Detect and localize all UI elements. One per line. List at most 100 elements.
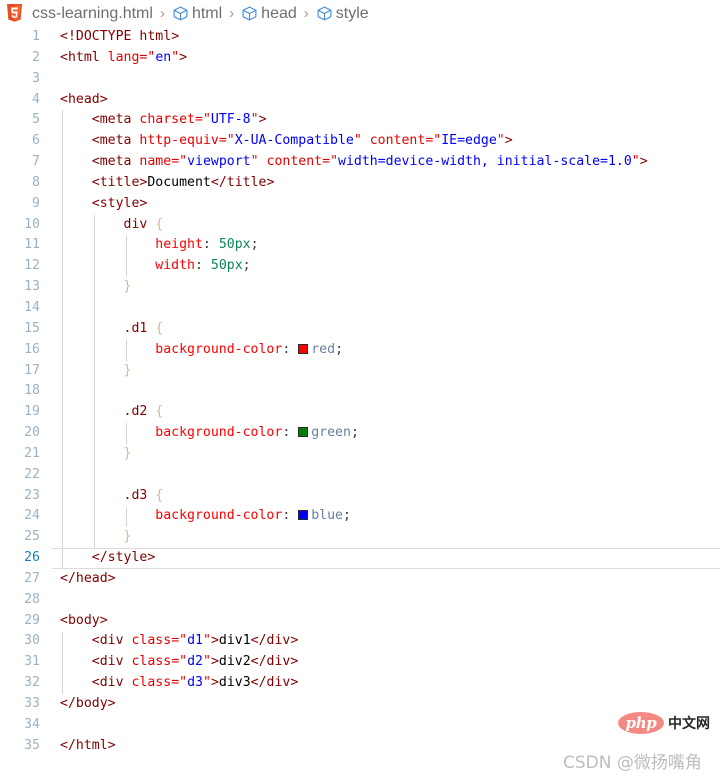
code-line-27[interactable]: 27 </head> [0, 569, 720, 590]
line-number: 28 [24, 591, 40, 607]
line-number: 31 [24, 654, 40, 670]
code-line-10[interactable]: 10 div { [0, 215, 720, 236]
code-line-9[interactable]: 9 <style> [0, 194, 720, 215]
code-line-20[interactable]: 20 background-color: green; [0, 423, 720, 444]
line-number: 15 [24, 320, 40, 336]
line-number: 7 [32, 154, 40, 170]
breadcrumb-html-label: html [191, 4, 223, 22]
breadcrumb: css-learning.html › html › head › style [0, 0, 720, 27]
code-line-14[interactable]: 14 [0, 298, 720, 319]
code-line-30[interactable]: 30 <div class="d1">div1</div> [0, 631, 720, 652]
code-line-3[interactable]: 3 [0, 69, 720, 90]
line-number: 22 [24, 466, 40, 482]
code-text: <title>Document</title> [91, 174, 275, 190]
code-text: } [123, 445, 132, 461]
code-line-28[interactable]: 28 [0, 590, 720, 611]
code-line-23[interactable]: 23 .d3 { [0, 486, 720, 507]
cube-icon [172, 5, 189, 22]
line-number: 11 [24, 237, 40, 253]
line-number: 2 [32, 49, 40, 65]
line-number: 34 [24, 716, 40, 732]
code-text: } [123, 362, 132, 378]
code-line-8[interactable]: 8 <title>Document</title> [0, 173, 720, 194]
code-text: } [123, 529, 132, 545]
line-number: 20 [24, 425, 40, 441]
code-line-22[interactable]: 22 [0, 465, 720, 486]
code-line-13[interactable]: 13 } [0, 277, 720, 298]
line-number: 10 [24, 216, 40, 232]
code-text: <div class="d2">div2</div> [91, 654, 299, 670]
php-logo-cn-text: 中文网 [668, 716, 710, 732]
breadcrumb-separator: › [229, 5, 235, 22]
code-text: <head> [60, 91, 108, 107]
code-text: <body> [60, 612, 108, 628]
line-number: 25 [24, 529, 40, 545]
csdn-watermark: CSDN @微扬嘴角 [563, 753, 702, 773]
code-line-6[interactable]: 6 <meta http-equiv="X-UA-Compatible" con… [0, 131, 720, 152]
code-line-21[interactable]: 21 } [0, 444, 720, 465]
code-line-7[interactable]: 7 <meta name="viewport" content="width=d… [0, 152, 720, 173]
code-line-26[interactable]: 26 </style> [0, 548, 720, 569]
code-text: <meta http-equiv="X-UA-Compatible" conte… [91, 133, 513, 149]
line-number: 29 [24, 612, 40, 628]
code-text: </html> [60, 737, 116, 753]
code-line-29[interactable]: 29 <body> [0, 611, 720, 632]
line-number: 3 [32, 70, 40, 86]
breadcrumb-separator: › [159, 5, 165, 22]
line-number: 32 [24, 675, 40, 691]
code-line-2[interactable]: 2 <html lang="en"> [0, 48, 720, 69]
code-text: .d1 { [123, 320, 164, 336]
breadcrumb-item-file[interactable]: css-learning.html [29, 5, 153, 23]
code-text: <div class="d1">div1</div> [91, 633, 299, 649]
breadcrumb-item-html[interactable]: html [172, 5, 222, 23]
code-text: div { [123, 216, 164, 232]
code-text: width: 50px; [155, 258, 251, 274]
line-number: 17 [24, 362, 40, 378]
code-line-5[interactable]: 5 <meta charset="UTF-8"> [0, 110, 720, 131]
cube-icon [241, 5, 258, 22]
line-number: 1 [32, 29, 40, 44]
line-number: 16 [24, 341, 40, 357]
line-number: 4 [32, 91, 40, 107]
code-line-34[interactable]: 34 [0, 715, 720, 736]
line-number: 9 [32, 195, 40, 211]
breadcrumb-style-label: style [335, 4, 369, 22]
breadcrumb-item-style[interactable]: style [316, 5, 369, 23]
code-line-31[interactable]: 31 <div class="d2">div2</div> [0, 652, 720, 673]
breadcrumb-item-head[interactable]: head [241, 5, 297, 23]
code-line-33[interactable]: 33 </body> [0, 694, 720, 715]
line-number: 33 [24, 696, 40, 711]
line-number: 26 [24, 550, 40, 566]
code-line-1[interactable]: 1 <!DOCTYPE html> [0, 27, 720, 48]
code-line-25[interactable]: 25 } [0, 527, 720, 548]
code-text: background-color: red; [155, 341, 344, 357]
line-number: 18 [24, 383, 40, 399]
cube-icon [316, 5, 333, 22]
html5-icon [6, 4, 29, 23]
code-text: <style> [91, 195, 148, 211]
code-line-4[interactable]: 4 <head> [0, 90, 720, 111]
code-line-24[interactable]: 24 background-color: blue; [0, 506, 720, 527]
color-swatch-green [298, 427, 309, 438]
code-line-12[interactable]: 12 width: 50px; [0, 256, 720, 277]
code-line-32[interactable]: 32 <div class="d3">div3</div> [0, 673, 720, 694]
code-editor[interactable]: 1 <!DOCTYPE html> 2 <html lang="en"> 3 4 <head… [0, 27, 720, 776]
code-text: <meta name="viewport" content="width=dev… [91, 154, 648, 170]
code-line-15[interactable]: 15 .d1 { [0, 319, 720, 340]
code-text: } [123, 279, 132, 295]
code-line-19[interactable]: 19 .d2 { [0, 402, 720, 423]
line-number: 5 [32, 112, 40, 128]
line-number: 6 [32, 133, 40, 149]
code-text: </head> [60, 570, 116, 586]
code-line-11[interactable]: 11 height: 50px; [0, 235, 720, 256]
line-number: 12 [24, 258, 40, 274]
code-text: </body> [60, 696, 116, 711]
code-area[interactable]: 1 <!DOCTYPE html> 2 <html lang="en"> 3 4 <head… [0, 27, 720, 757]
line-number: 8 [32, 174, 40, 190]
code-line-16[interactable]: 16 background-color: red; [0, 340, 720, 361]
code-text: background-color: blue; [155, 508, 351, 524]
code-line-17[interactable]: 17 } [0, 361, 720, 382]
code-text: <div class="d3">div3</div> [91, 675, 299, 691]
code-line-18[interactable]: 18 [0, 381, 720, 402]
line-number: 27 [24, 570, 40, 586]
